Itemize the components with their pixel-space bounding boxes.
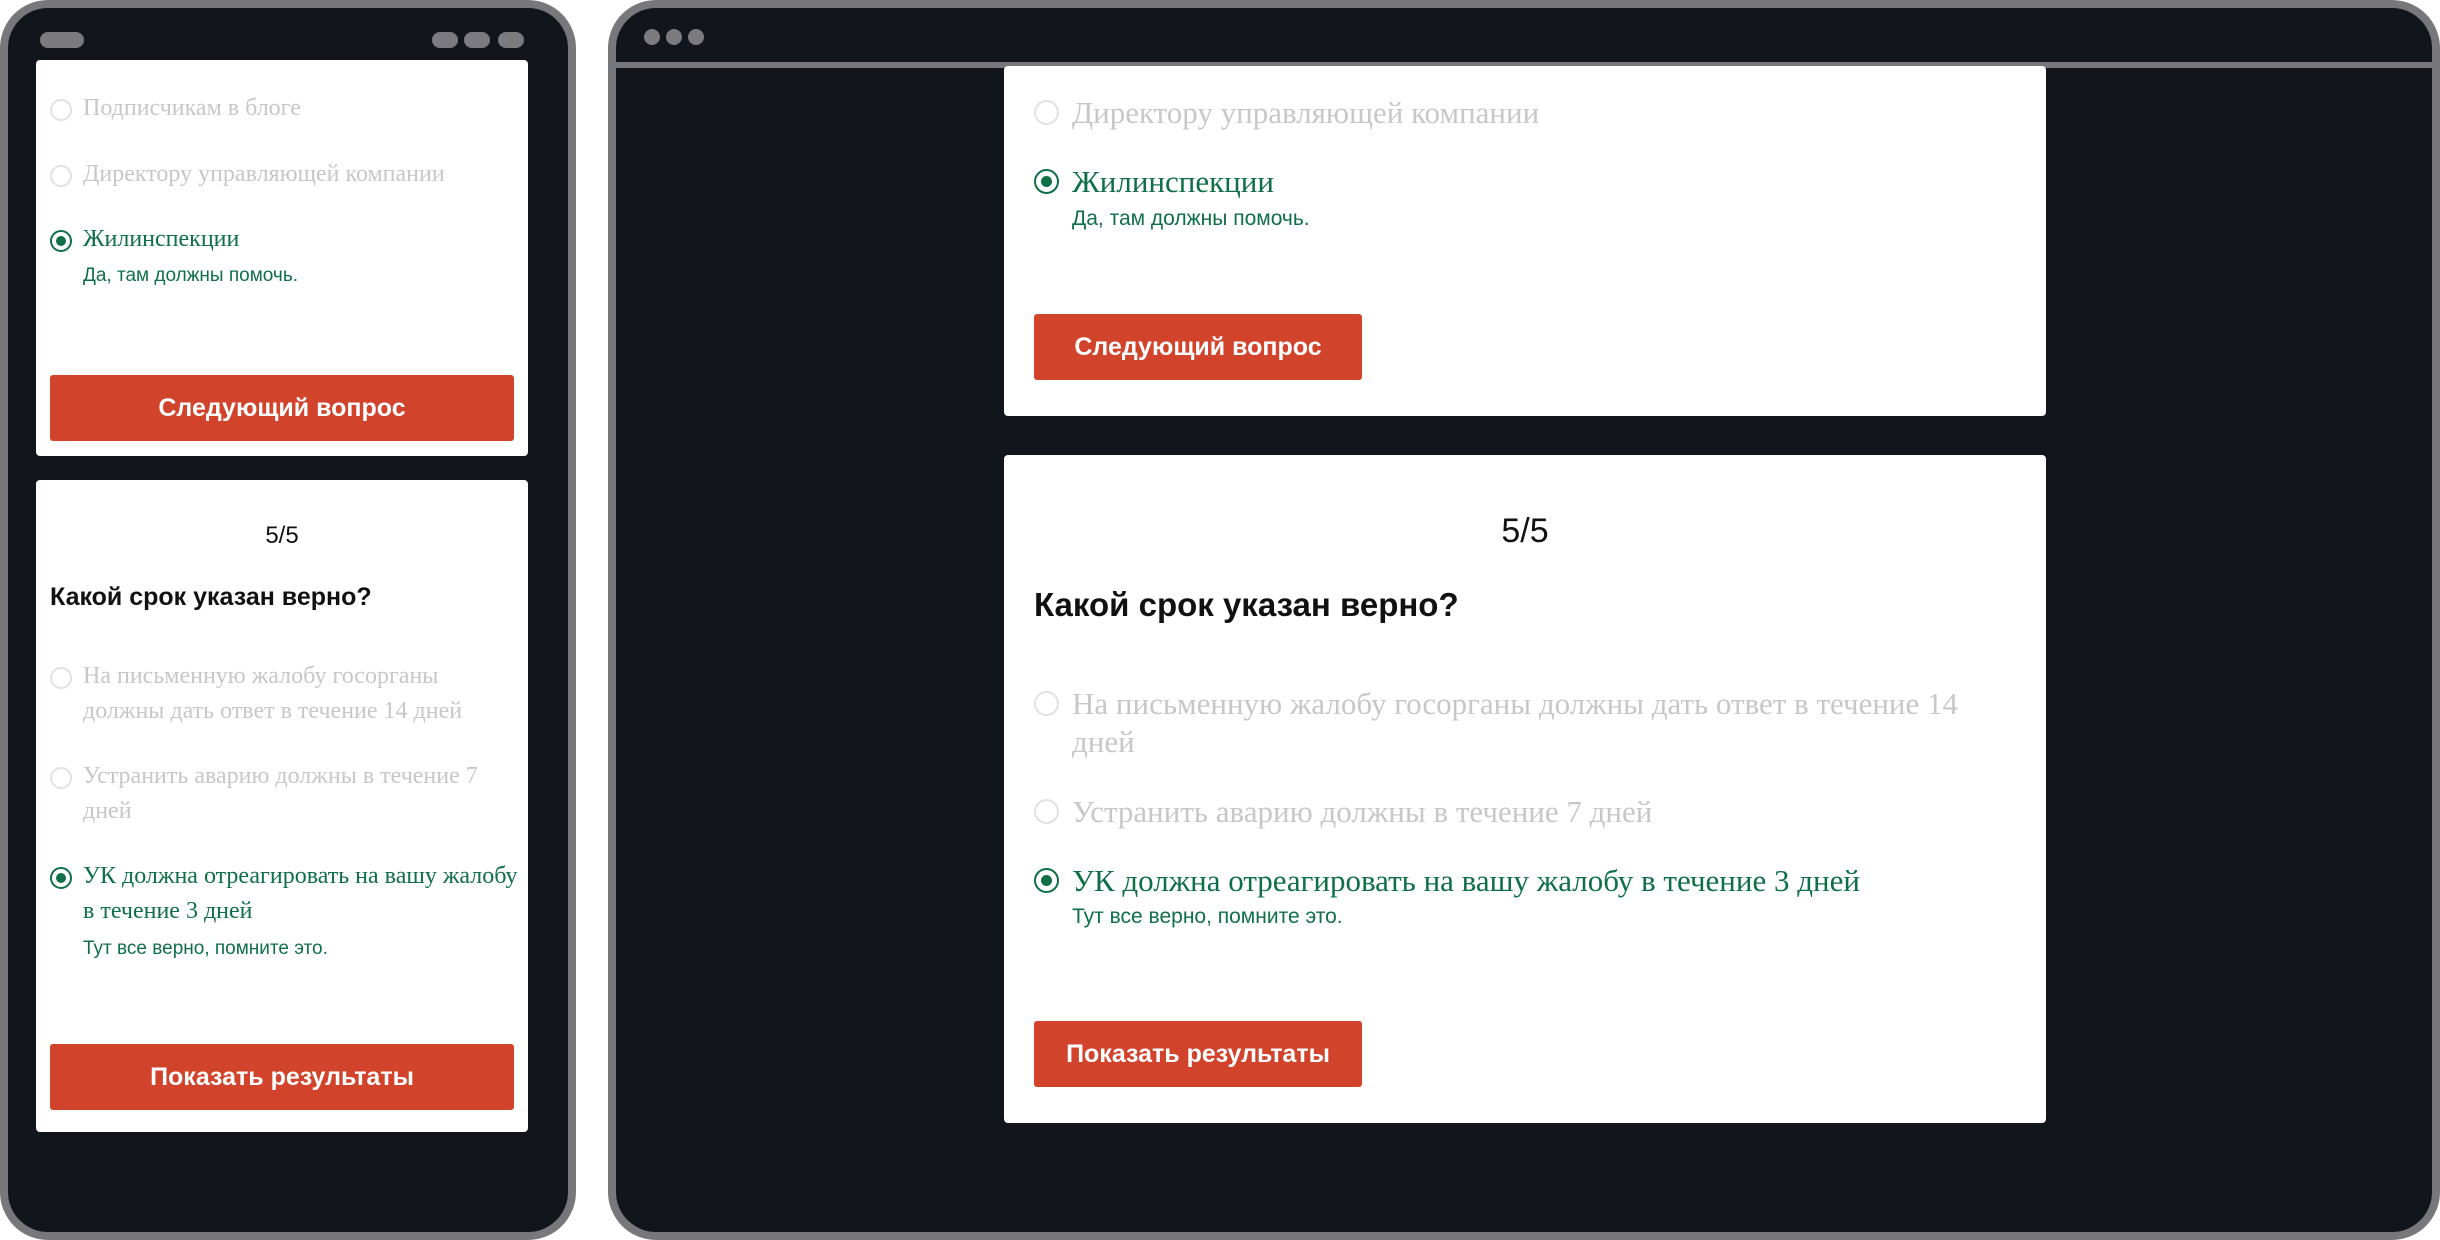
- browser-title-bar: [616, 8, 2432, 68]
- option-label: Устранить аварию должны в течение 7 дней: [1072, 794, 1653, 829]
- radio-icon[interactable]: [50, 667, 72, 689]
- radio-selected-icon[interactable]: [50, 867, 72, 889]
- radio-icon[interactable]: [1034, 799, 1059, 824]
- option-item-selected[interactable]: Жилинспекции Да, там должны помочь.: [50, 226, 520, 287]
- show-results-button[interactable]: Показать результаты: [1034, 1021, 1362, 1087]
- status-pill-icon: [464, 32, 490, 48]
- radio-selected-icon[interactable]: [50, 230, 72, 252]
- option-label: Жилинспекции: [83, 226, 240, 252]
- previous-question-card: Директору управляющей компании Жилинспек…: [1004, 66, 2046, 416]
- radio-icon[interactable]: [1034, 100, 1059, 125]
- option-item-selected[interactable]: Жилинспекции Да, там должны помочь.: [1034, 163, 2034, 233]
- option-label: Директору управляющей компании: [1072, 95, 1540, 130]
- answer-feedback: Тут все верно, помните это.: [1072, 905, 1343, 928]
- question-title: Какой срок указан верно?: [50, 583, 372, 611]
- option-label: УК должна отреагировать на вашу жалобу в…: [83, 863, 518, 924]
- option-label: УК должна отреагировать на вашу жалобу в…: [1072, 863, 1860, 898]
- question-card: 5/5 Какой срок указан верно? На письменн…: [36, 480, 528, 1132]
- answer-feedback: Тут все верно, помните это.: [83, 938, 328, 959]
- option-item[interactable]: Устранить аварию должны в течение 7 дней: [1034, 793, 2034, 833]
- status-pill-icon: [498, 32, 524, 48]
- option-label: На письменную жалобу госорганы должны да…: [1072, 686, 1959, 759]
- next-question-button[interactable]: Следующий вопрос: [50, 375, 514, 441]
- option-item[interactable]: Директору управляющей компании: [1034, 94, 2034, 134]
- option-label: Устранить аварию должны в течение 7 дней: [83, 763, 478, 824]
- radio-icon[interactable]: [1034, 691, 1059, 716]
- desktop-browser-frame: Директору управляющей компании Жилинспек…: [608, 0, 2440, 1240]
- status-pill-icon: [40, 32, 84, 48]
- window-dot-icon[interactable]: [644, 29, 660, 45]
- option-item[interactable]: Директору управляющей компании: [50, 161, 520, 198]
- question-title: Какой срок указан верно?: [1034, 586, 1459, 623]
- mobile-device-frame: Подписчикам в блоге Директору управляюще…: [0, 0, 576, 1240]
- question-counter: 5/5: [265, 522, 299, 549]
- status-pill-icon: [432, 32, 458, 48]
- radio-icon[interactable]: [50, 99, 72, 121]
- next-question-button[interactable]: Следующий вопрос: [1034, 314, 1362, 380]
- radio-icon[interactable]: [50, 767, 72, 789]
- option-label: Директору управляющей компании: [83, 161, 445, 187]
- radio-selected-icon[interactable]: [1034, 169, 1059, 194]
- radio-selected-icon[interactable]: [1034, 868, 1059, 893]
- answer-feedback: Да, там должны помочь.: [83, 265, 298, 286]
- option-label: Жилинспекции: [1072, 164, 1274, 199]
- radio-icon[interactable]: [50, 165, 72, 187]
- answer-feedback: Да, там должны помочь.: [1072, 207, 1310, 230]
- option-label: На письменную жалобу госорганы должны да…: [83, 663, 463, 724]
- question-card: 5/5 Какой срок указан верно? На письменн…: [1004, 455, 2046, 1123]
- option-item[interactable]: Подписчикам в блоге: [50, 95, 520, 132]
- option-item[interactable]: Устранить аварию должны в течение 7 дней: [50, 763, 520, 836]
- option-item-selected[interactable]: УК должна отреагировать на вашу жалобу в…: [1034, 862, 2034, 932]
- previous-question-card: Подписчикам в блоге Директору управляюще…: [36, 60, 528, 456]
- option-item[interactable]: На письменную жалобу госорганы должны да…: [50, 663, 520, 736]
- show-results-button[interactable]: Показать результаты: [50, 1044, 514, 1110]
- option-label: Подписчикам в блоге: [83, 95, 301, 121]
- window-dot-icon[interactable]: [666, 29, 682, 45]
- question-counter: 5/5: [1501, 512, 1549, 550]
- option-item[interactable]: На письменную жалобу госорганы должны да…: [1034, 685, 2034, 765]
- window-dot-icon[interactable]: [688, 29, 704, 45]
- mobile-status-bar: [8, 8, 568, 68]
- option-item-selected[interactable]: УК должна отреагировать на вашу жалобу в…: [50, 863, 520, 964]
